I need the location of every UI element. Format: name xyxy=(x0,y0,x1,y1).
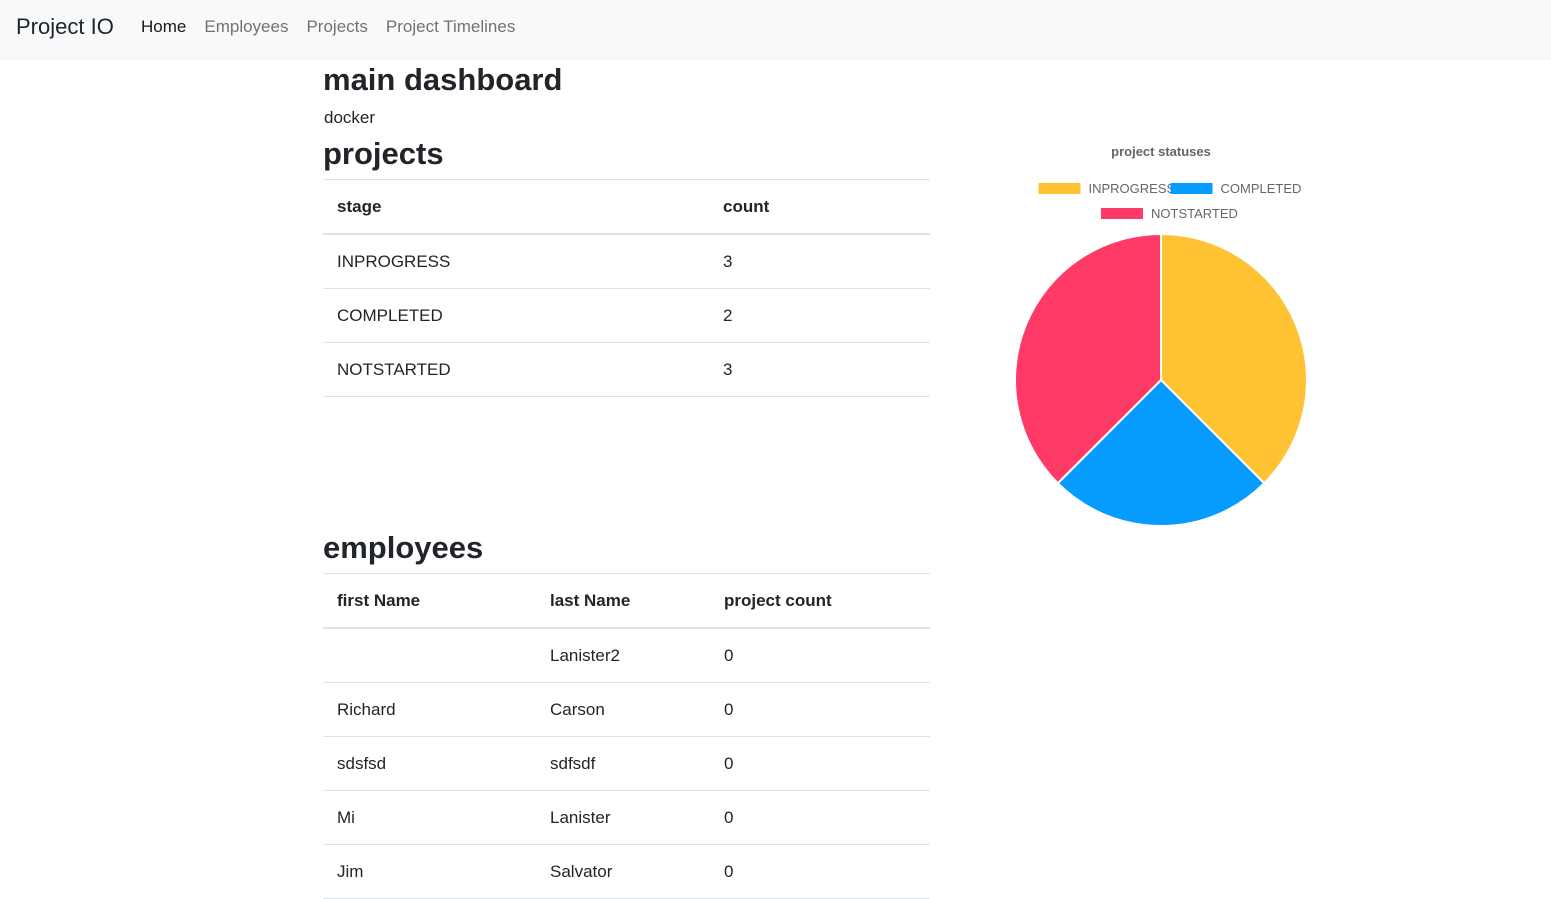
project-count-cell: 0 xyxy=(710,627,930,683)
nav-link-project-timelines[interactable]: Project Timelines xyxy=(386,17,515,37)
legend-swatch-notstarted[interactable] xyxy=(1101,208,1143,219)
column-header-last-name: last Name xyxy=(536,573,710,629)
nav-links: Home Employees Projects Project Timeline… xyxy=(141,17,533,37)
count-cell: 3 xyxy=(709,233,930,289)
nav-link-projects[interactable]: Projects xyxy=(306,17,367,37)
brand-link[interactable]: Project IO xyxy=(16,14,114,40)
first-name-cell: sdsfsd xyxy=(323,736,536,791)
last-name-cell: Carson xyxy=(536,682,710,737)
project-count-cell: 0 xyxy=(710,844,930,899)
legend-swatch-completed[interactable] xyxy=(1170,183,1213,194)
table-row: Jim Salvator 0 xyxy=(323,844,930,899)
page-subtitle: docker xyxy=(324,108,376,127)
table-header-row: first Name last Name project count xyxy=(323,573,930,629)
first-name-cell: Mi xyxy=(323,790,536,845)
table-row: sdsfsd sdfsdf 0 xyxy=(323,736,930,791)
legend-label-completed[interactable]: COMPLETED xyxy=(1221,181,1302,196)
first-name-cell: Richard xyxy=(323,682,536,737)
last-name-cell: Lanister xyxy=(536,790,710,845)
first-name-cell: Jim xyxy=(323,844,536,899)
table-row: INPROGRESS 3 xyxy=(323,233,930,289)
table-row: NOTSTARTED 3 xyxy=(323,342,930,397)
project-count-cell: 0 xyxy=(710,790,930,845)
table-row: Mi Lanister 0 xyxy=(323,790,930,845)
last-name-cell: sdfsdf xyxy=(536,736,710,791)
stage-cell: COMPLETED xyxy=(323,288,709,343)
column-header-count: count xyxy=(709,179,930,235)
first-name-cell xyxy=(323,627,536,683)
last-name-cell: Salvator xyxy=(536,844,710,899)
chart-title: project statuses xyxy=(1111,144,1211,159)
column-header-stage: stage xyxy=(323,179,709,235)
stage-cell: NOTSTARTED xyxy=(323,342,709,397)
legend-label-notstarted[interactable]: NOTSTARTED xyxy=(1151,206,1238,221)
projects-heading: projects xyxy=(323,136,444,171)
nav-link-employees[interactable]: Employees xyxy=(204,17,288,37)
table-row: Richard Carson 0 xyxy=(323,682,930,737)
column-header-project-count: project count xyxy=(710,573,930,629)
last-name-cell: Lanister2 xyxy=(536,627,710,683)
employees-table: first Name last Name project count Lanis… xyxy=(323,573,930,899)
project-status-chart: project statuses INPROGRESS COMPLETED NOTST… xyxy=(1000,135,1330,535)
stage-cell: INPROGRESS xyxy=(323,233,709,289)
column-header-first-name: first Name xyxy=(323,573,536,629)
table-row: COMPLETED 2 xyxy=(323,288,930,343)
count-cell: 3 xyxy=(709,342,930,397)
table-row: Lanister2 0 xyxy=(323,627,930,683)
count-cell: 2 xyxy=(709,288,930,343)
pie-chart-svg: project statuses INPROGRESS COMPLETED NOTST… xyxy=(1014,144,1308,527)
employees-heading: employees xyxy=(323,530,484,565)
table-header-row: stage count xyxy=(323,179,930,235)
legend-label-inprogress[interactable]: INPROGRESS xyxy=(1089,181,1176,196)
project-count-cell: 0 xyxy=(710,682,930,737)
nav-link-home[interactable]: Home xyxy=(141,17,186,37)
project-count-cell: 0 xyxy=(710,736,930,791)
projects-table: stage count INPROGRESS 3 COMPLETED 2 NOT… xyxy=(323,179,930,397)
navbar: Project IO Home Employees Projects Proje… xyxy=(0,0,1551,60)
page-title: main dashboard xyxy=(323,62,563,97)
legend-swatch-inprogress[interactable] xyxy=(1038,183,1081,194)
